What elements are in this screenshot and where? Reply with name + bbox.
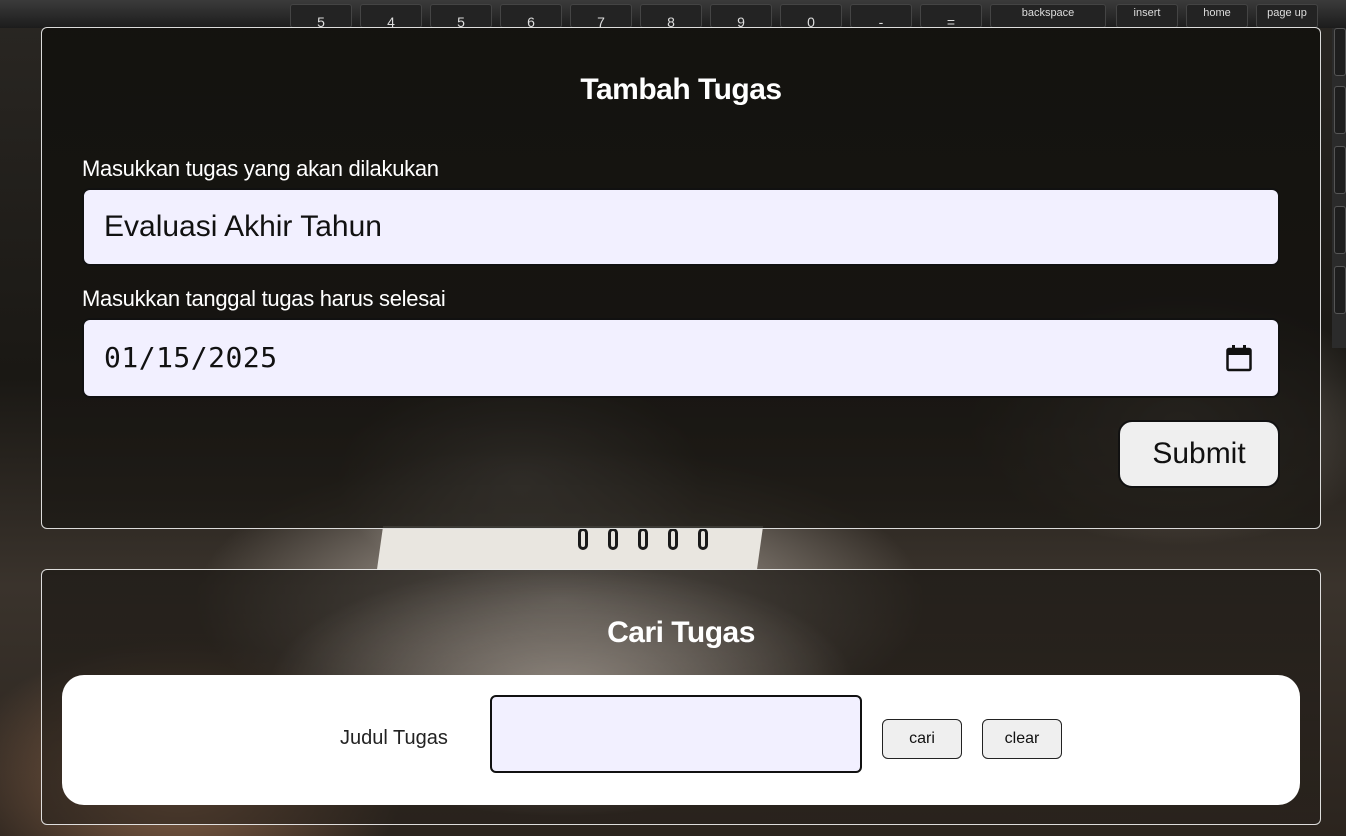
keyboard-key: = xyxy=(920,4,982,28)
keyboard-key: page up xyxy=(1256,4,1318,28)
search-task-panel: Cari Tugas Judul Tugas cari clear xyxy=(41,569,1321,825)
keyboard-key: 7 xyxy=(570,4,632,28)
due-date-label: Masukkan tanggal tugas harus selesai xyxy=(82,286,446,311)
search-button[interactable]: cari xyxy=(882,719,962,759)
search-title-input[interactable] xyxy=(490,695,862,773)
background-keyboard-side xyxy=(1332,28,1346,348)
keyboard-key: - xyxy=(850,4,912,28)
notebook-ring xyxy=(578,528,588,550)
notebook-ring xyxy=(698,528,708,550)
search-task-title: Cari Tugas xyxy=(607,616,755,649)
submit-button[interactable]: Submit xyxy=(1118,420,1280,488)
keyboard-key: 9 xyxy=(710,4,772,28)
add-task-panel: Tambah Tugas Masukkan tugas yang akan di… xyxy=(41,27,1321,529)
keyboard-key: home xyxy=(1186,4,1248,28)
notebook-ring xyxy=(638,528,648,550)
keyboard-key: 5 xyxy=(290,4,352,28)
due-date-value: 01/15/2025 xyxy=(104,341,278,374)
add-task-title: Tambah Tugas xyxy=(580,73,782,106)
notebook-ring xyxy=(608,528,618,550)
task-name-label: Masukkan tugas yang akan dilakukan xyxy=(82,156,439,181)
search-title-label: Judul Tugas xyxy=(340,727,448,749)
search-form: Judul Tugas cari clear xyxy=(62,675,1300,805)
keyboard-key: 6 xyxy=(500,4,562,28)
keyboard-key: 5 xyxy=(430,4,492,28)
calendar-icon[interactable] xyxy=(1226,344,1252,372)
keyboard-key: backspace xyxy=(990,4,1106,28)
keyboard-key: 8 xyxy=(640,4,702,28)
keyboard-key: 0 xyxy=(780,4,842,28)
clear-button[interactable]: clear xyxy=(982,719,1062,759)
background-keyboard: 5 4 5 6 7 8 9 0 - = backspace insert hom… xyxy=(0,0,1346,28)
due-date-input[interactable]: 01/15/2025 xyxy=(82,318,1280,398)
keyboard-key: 4 xyxy=(360,4,422,28)
task-name-input[interactable] xyxy=(82,188,1280,266)
keyboard-key: insert xyxy=(1116,4,1178,28)
notebook-ring xyxy=(668,528,678,550)
